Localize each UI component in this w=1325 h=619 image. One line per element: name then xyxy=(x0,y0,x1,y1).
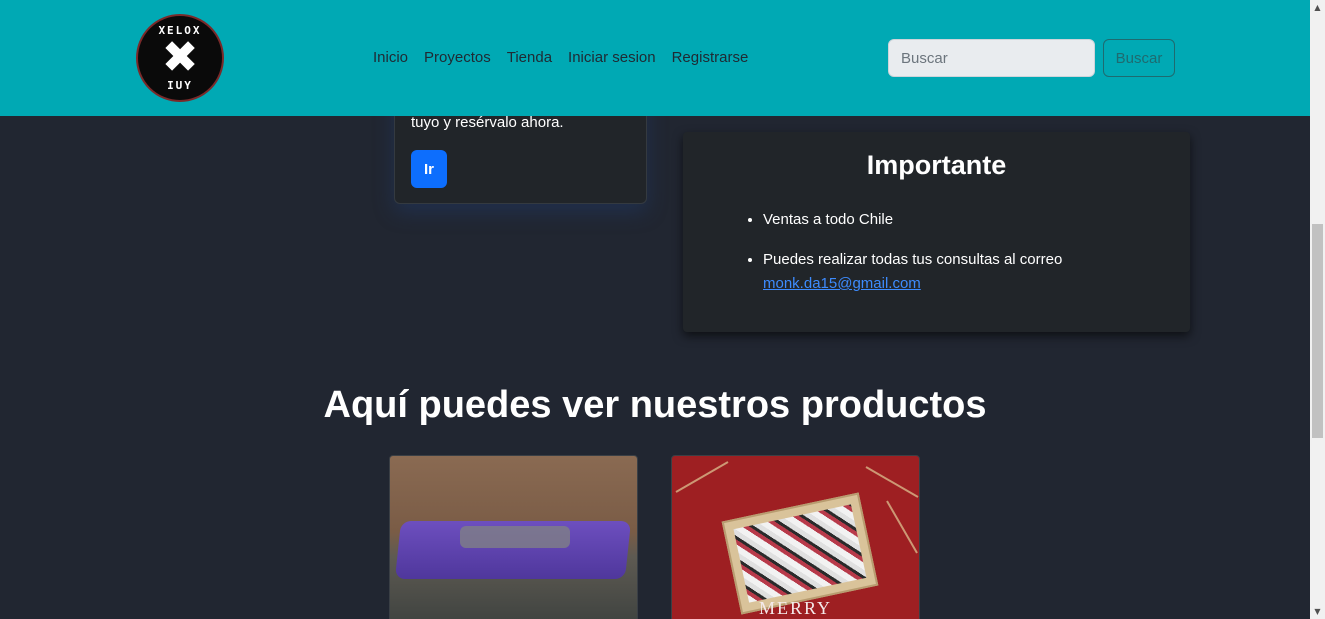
scrollbar-thumb[interactable] xyxy=(1312,224,1323,438)
nav-link-inicio[interactable]: Inicio xyxy=(365,47,416,69)
item-text-consultas: Puedes realizar todas tus consultas al c… xyxy=(763,251,1063,268)
branch-decoration xyxy=(886,500,918,554)
product-card-2-caption: MERRY xyxy=(758,598,833,618)
nav-link-tienda[interactable]: Tienda xyxy=(499,47,560,69)
product-image-2 xyxy=(721,492,879,615)
scroll-up-icon[interactable]: ▲ xyxy=(1310,0,1325,15)
product-card-2[interactable]: MERRY xyxy=(671,455,920,619)
go-button[interactable]: Ir xyxy=(411,150,447,188)
important-card: Importante Ventas a todo Chile Puedes re… xyxy=(683,132,1190,332)
product-image-2-contents xyxy=(733,504,867,603)
product-card-1[interactable] xyxy=(389,455,638,619)
important-list: Ventas a todo Chile Puedes realizar toda… xyxy=(763,208,1163,312)
scrollbar[interactable]: ▲ ▼ xyxy=(1310,0,1325,619)
search-input[interactable] xyxy=(888,39,1095,77)
list-item: Ventas a todo Chile xyxy=(763,208,1163,232)
nav-link-iniciar-sesion[interactable]: Iniciar sesion xyxy=(560,47,664,69)
nav-link-registrarse[interactable]: Registrarse xyxy=(664,47,757,69)
nav-link-proyectos[interactable]: Proyectos xyxy=(416,47,499,69)
item-text-ventas: Ventas a todo Chile xyxy=(763,211,894,228)
product-image-1-detail xyxy=(460,526,570,548)
branch-decoration xyxy=(675,461,729,493)
nav-links: Inicio Proyectos Tienda Iniciar sesion R… xyxy=(365,47,756,69)
branch-decoration xyxy=(865,466,919,498)
logo-top-text: XELOX xyxy=(158,24,202,37)
logo-mark: ✖ xyxy=(161,32,199,83)
logo-icon[interactable]: XELOX ✖ IUY xyxy=(136,14,224,102)
logo-bottom-text: IUY xyxy=(167,79,193,92)
search-button[interactable]: Buscar xyxy=(1103,39,1175,77)
products-heading: Aquí puedes ver nuestros productos xyxy=(323,384,987,426)
list-item: Puedes realizar todas tus consultas al c… xyxy=(763,248,1163,296)
scroll-down-icon[interactable]: ▼ xyxy=(1310,604,1325,619)
navbar: XELOX ✖ IUY Inicio Proyectos Tienda Inic… xyxy=(0,0,1310,116)
email-link[interactable]: monk.da15@gmail.com xyxy=(763,275,921,292)
promo-card-text: tuyo y resérvalo ahora. xyxy=(411,114,564,131)
important-title: Importante xyxy=(866,150,1007,180)
